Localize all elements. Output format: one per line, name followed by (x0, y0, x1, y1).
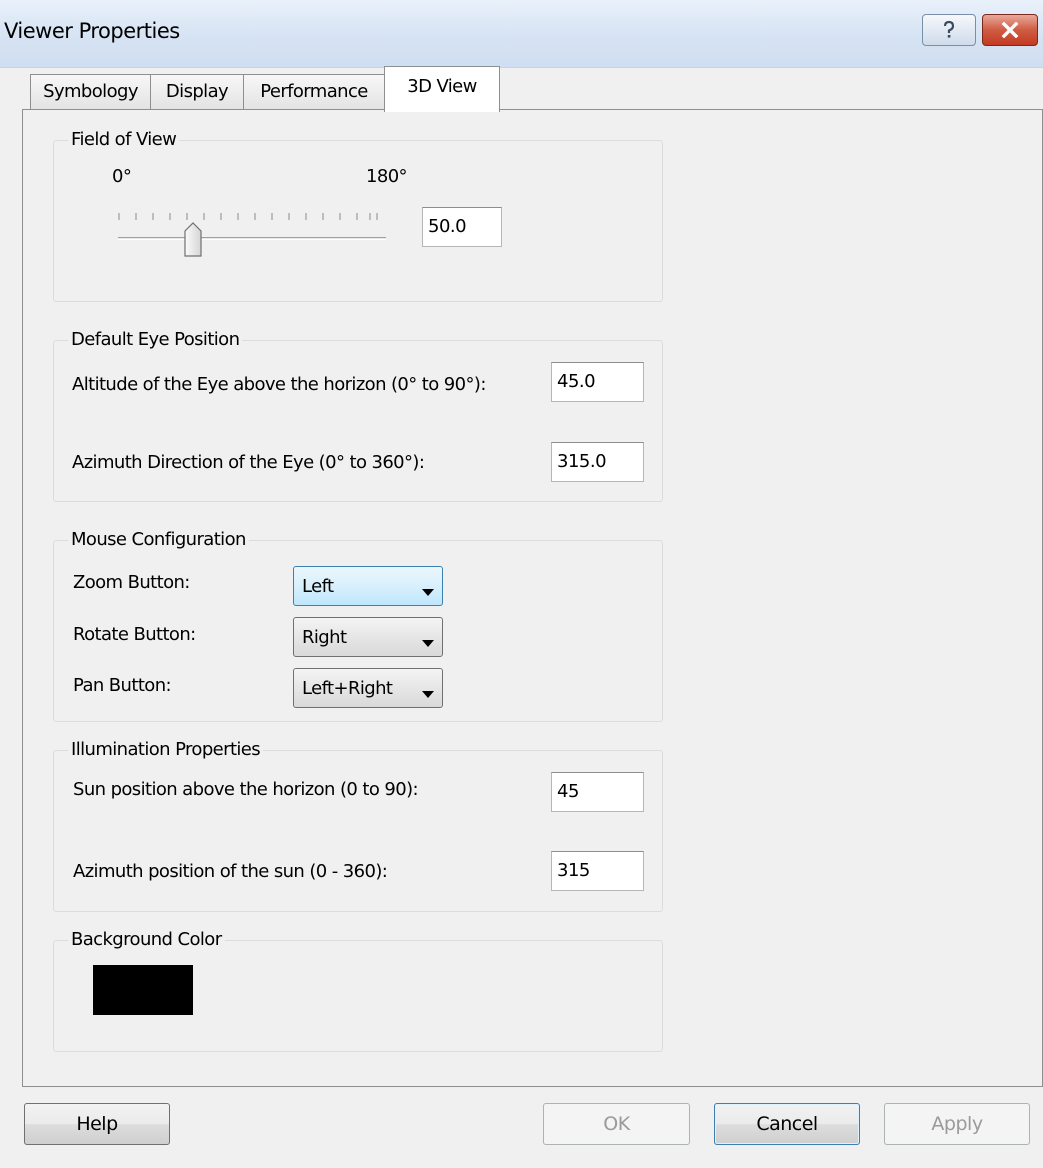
chevron-down-icon (422, 632, 434, 653)
zoom-button-value: Left (302, 575, 334, 597)
viewer-properties-dialog: Viewer Properties Symbology Display Perf… (0, 0, 1043, 1168)
tab-performance[interactable]: Performance (243, 74, 385, 110)
fov-slider-ticks (118, 213, 378, 220)
fov-max-label: 180° (366, 166, 408, 187)
chevron-down-icon (422, 683, 434, 704)
fov-min-label: 0° (112, 166, 132, 187)
rotate-button-label: Rotate Button: (73, 624, 196, 645)
close-caption-button[interactable] (982, 14, 1038, 46)
eye-altitude-field[interactable]: 45.0 (551, 362, 644, 402)
pan-button-label: Pan Button: (73, 675, 172, 696)
chevron-down-icon (422, 581, 434, 602)
default-eye-position-label: Default Eye Position (68, 329, 243, 351)
help-caption-button[interactable] (922, 14, 976, 46)
illumination-properties-label: Illumination Properties (68, 739, 264, 761)
close-icon (1001, 22, 1019, 38)
pan-button-select[interactable]: Left+Right (293, 668, 443, 708)
ok-button[interactable]: OK (543, 1103, 690, 1145)
sun-altitude-field[interactable]: 45 (551, 772, 644, 812)
cancel-button[interactable]: Cancel (714, 1103, 860, 1145)
sun-azimuth-field[interactable]: 315 (551, 851, 644, 891)
mouse-configuration-label: Mouse Configuration (68, 529, 249, 551)
tab-symbology[interactable]: Symbology (30, 74, 151, 110)
zoom-button-select[interactable]: Left (293, 566, 443, 606)
fov-value-field[interactable]: 50.0 (422, 207, 502, 247)
question-icon (941, 20, 957, 40)
fov-slider-thumb[interactable] (183, 222, 203, 262)
title-bar: Viewer Properties (0, 0, 1043, 68)
tab-display[interactable]: Display (150, 74, 244, 110)
eye-azimuth-field[interactable]: 315.0 (551, 442, 644, 482)
window-title: Viewer Properties (4, 19, 180, 43)
zoom-button-label: Zoom Button: (73, 572, 190, 593)
rotate-button-value: Right (302, 626, 347, 648)
rotate-button-select[interactable]: Right (293, 617, 443, 657)
eye-altitude-label: Altitude of the Eye above the horizon (0… (72, 374, 486, 395)
fov-slider-track[interactable] (118, 237, 386, 240)
eye-azimuth-label: Azimuth Direction of the Eye (0° to 360°… (72, 452, 425, 473)
field-of-view-label: Field of View (68, 129, 180, 151)
background-color-swatch[interactable] (93, 965, 193, 1015)
pan-button-value: Left+Right (302, 677, 393, 699)
sun-azimuth-label: Azimuth position of the sun (0 - 360): (73, 861, 388, 882)
field-of-view-group (53, 140, 663, 302)
tab-3d-view[interactable]: 3D View (384, 66, 500, 112)
sun-altitude-label: Sun position above the horizon (0 to 90)… (73, 779, 419, 800)
apply-button[interactable]: Apply (884, 1103, 1030, 1145)
help-button[interactable]: Help (24, 1103, 170, 1145)
background-color-label: Background Color (68, 929, 225, 951)
